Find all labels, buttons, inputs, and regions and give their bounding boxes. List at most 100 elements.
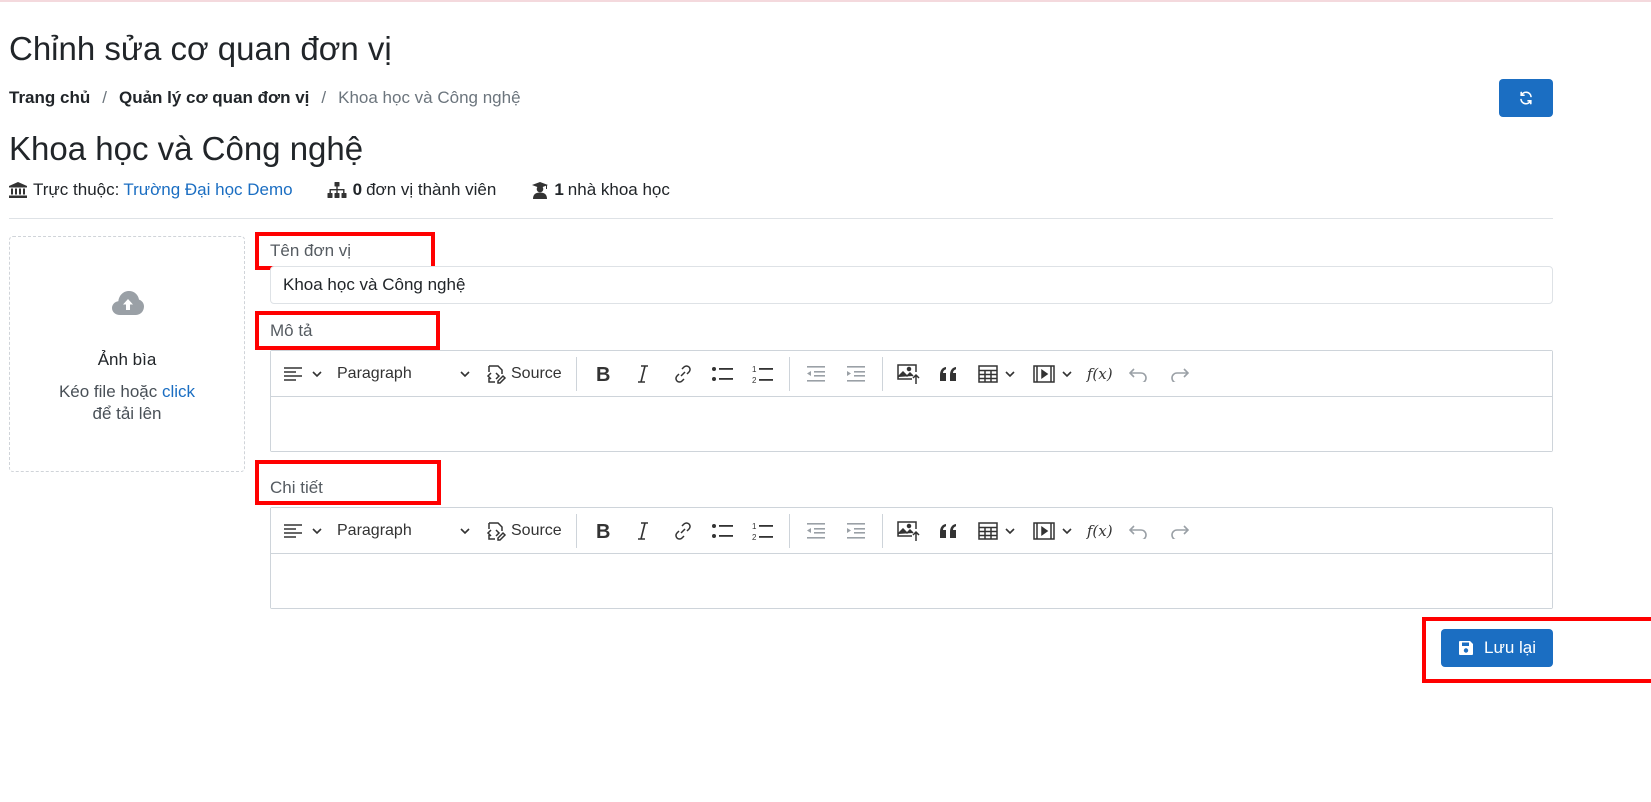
- numbered-list-icon: 1 2: [752, 522, 773, 541]
- svg-text:B: B: [596, 365, 610, 383]
- detail-editor-content[interactable]: [271, 554, 1552, 608]
- description-editor: Paragraph Source B 1 2 f(x): [270, 350, 1553, 452]
- cover-click-link[interactable]: click: [162, 382, 195, 401]
- svg-text:1: 1: [752, 365, 757, 374]
- editor-toolbar: Paragraph Source B 1 2 f(x): [271, 508, 1552, 554]
- refresh-icon: [1520, 91, 1532, 105]
- sitemap-icon: [327, 182, 347, 198]
- svg-text:2: 2: [752, 376, 757, 384]
- numbered-list-button[interactable]: 1 2: [743, 357, 783, 391]
- outdent-icon: [806, 522, 825, 539]
- bulleted-list-button[interactable]: [703, 514, 743, 548]
- undo-button[interactable]: [1119, 514, 1159, 548]
- parent-info: Trực thuộc: Trường Đại học Demo: [9, 180, 293, 200]
- align-dropdown[interactable]: [279, 357, 327, 391]
- cover-hint-prefix: Kéo file hoặc: [58, 382, 158, 401]
- undo-icon: [1128, 367, 1147, 382]
- source-label: Source: [511, 521, 562, 539]
- scientist-count: 1: [554, 180, 564, 199]
- insert-media-dropdown[interactable]: [1025, 514, 1081, 548]
- toolbar-separator: [575, 356, 577, 391]
- scientist-icon: [532, 181, 549, 199]
- section-divider: [9, 218, 1553, 219]
- page-title: Chỉnh sửa cơ quan đơn vị: [9, 30, 392, 67]
- outdent-button[interactable]: [796, 357, 836, 391]
- svg-text:B: B: [596, 522, 610, 540]
- media-icon: [1032, 364, 1055, 383]
- chevron-down-icon: [460, 527, 470, 534]
- org-meta: Trực thuộc: Trường Đại học Demo 0 đơn vị…: [9, 180, 670, 200]
- link-button[interactable]: [663, 514, 703, 548]
- insert-image-button[interactable]: [889, 357, 929, 391]
- save-button[interactable]: Lưu lại: [1441, 629, 1553, 667]
- member-info: 0 đơn vị thành viên: [327, 180, 496, 200]
- formula-button[interactable]: f(x): [1081, 514, 1119, 548]
- image-upload-icon: [896, 363, 920, 384]
- bulleted-list-button[interactable]: [703, 357, 743, 391]
- toolbar-separator: [881, 356, 883, 391]
- bold-button[interactable]: B: [583, 357, 623, 391]
- redo-button[interactable]: [1159, 514, 1199, 548]
- source-icon: [486, 364, 507, 384]
- link-button[interactable]: [663, 357, 703, 391]
- chevron-down-icon: [460, 370, 470, 377]
- blockquote-button[interactable]: [929, 514, 969, 548]
- insert-table-dropdown[interactable]: [969, 357, 1025, 391]
- source-button[interactable]: Source: [477, 520, 570, 542]
- outdent-icon: [806, 365, 825, 382]
- institution-icon: [9, 182, 27, 198]
- image-upload-icon: [896, 520, 920, 541]
- toolbar-separator: [788, 513, 790, 548]
- redo-button[interactable]: [1159, 357, 1199, 391]
- italic-button[interactable]: [623, 357, 663, 391]
- redo-icon: [1170, 524, 1189, 539]
- indent-icon: [846, 365, 865, 382]
- numbered-list-button[interactable]: 1 2: [743, 514, 783, 548]
- align-dropdown[interactable]: [279, 514, 327, 548]
- insert-image-button[interactable]: [889, 514, 929, 548]
- svg-text:2: 2: [752, 533, 757, 541]
- indent-button[interactable]: [836, 514, 876, 548]
- chevron-down-icon: [1005, 527, 1015, 534]
- breadcrumb-current: Khoa học và Công nghệ: [338, 88, 521, 107]
- bold-icon: B: [596, 365, 610, 383]
- refresh-button[interactable]: [1499, 79, 1553, 117]
- top-border: [0, 0, 1651, 2]
- chevron-down-icon: [312, 527, 322, 534]
- parent-link[interactable]: Trường Đại học Demo: [123, 180, 292, 200]
- outdent-button[interactable]: [796, 514, 836, 548]
- source-button[interactable]: Source: [477, 363, 570, 385]
- cover-upload-dropzone[interactable]: Ảnh bìa Kéo file hoặc click để tải lên: [9, 236, 245, 472]
- italic-button[interactable]: [623, 514, 663, 548]
- insert-media-dropdown[interactable]: [1025, 357, 1081, 391]
- redo-icon: [1170, 367, 1189, 382]
- italic-icon: [637, 364, 648, 383]
- blockquote-button[interactable]: [929, 357, 969, 391]
- scientist-info: 1 nhà khoa học: [532, 180, 670, 200]
- description-editor-content[interactable]: [271, 397, 1552, 451]
- bold-button[interactable]: B: [583, 514, 623, 548]
- numbered-list-icon: 1 2: [752, 365, 773, 384]
- undo-button[interactable]: [1119, 357, 1159, 391]
- italic-icon: [637, 521, 648, 540]
- paragraph-dropdown[interactable]: Paragraph: [327, 522, 477, 540]
- description-label: Mô tả: [270, 321, 313, 340]
- parent-label: Trực thuộc:: [33, 180, 120, 199]
- breadcrumb-manage-orgs[interactable]: Quản lý cơ quan đơn vị: [119, 88, 309, 108]
- breadcrumb: Trang chủ / Quản lý cơ quan đơn vị / Kho…: [9, 88, 521, 108]
- source-icon: [486, 521, 507, 541]
- formula-button[interactable]: f(x): [1081, 357, 1119, 391]
- insert-table-dropdown[interactable]: [969, 514, 1025, 548]
- save-label: Lưu lại: [1483, 638, 1537, 657]
- table-icon: [977, 364, 998, 383]
- indent-button[interactable]: [836, 357, 876, 391]
- cover-title: Ảnh bìa: [97, 350, 157, 369]
- link-icon: [674, 364, 691, 383]
- breadcrumb-home[interactable]: Trang chủ: [9, 88, 90, 108]
- cover-hint: Kéo file hoặc click để tải lên: [10, 381, 244, 425]
- name-input[interactable]: [270, 266, 1553, 304]
- paragraph-label: Paragraph: [337, 364, 412, 382]
- paragraph-dropdown[interactable]: Paragraph: [327, 365, 477, 383]
- align-left-icon: [284, 366, 302, 381]
- bulleted-list-icon: [711, 366, 733, 381]
